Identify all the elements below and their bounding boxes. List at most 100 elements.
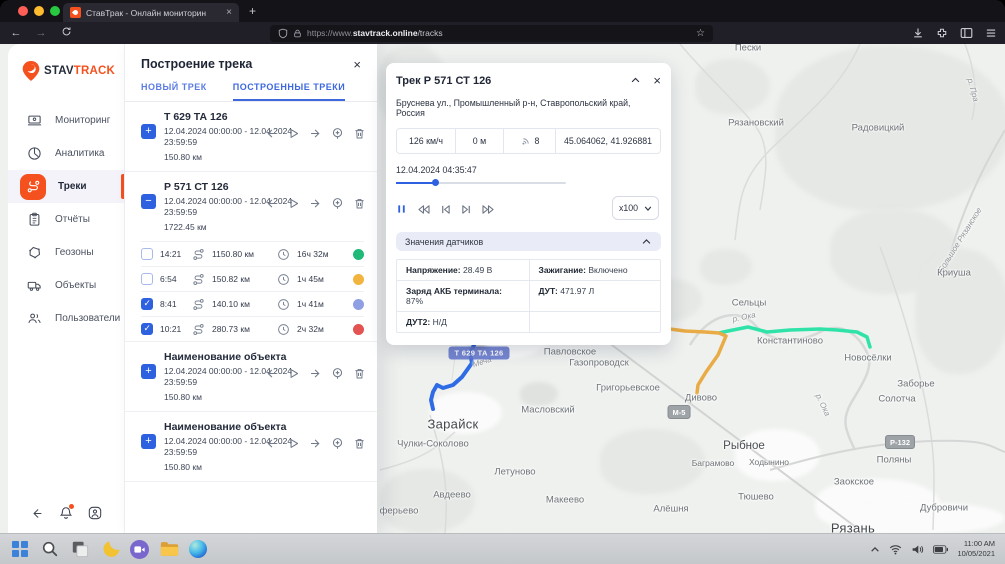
browser-tab[interactable]: СтавТрак - Онлайн мониторин × bbox=[63, 3, 239, 22]
play-track-button[interactable] bbox=[287, 127, 300, 140]
sidebar-item-monitoring[interactable]: Мониторинг bbox=[8, 104, 124, 137]
track-expander-button[interactable]: + bbox=[141, 364, 156, 379]
track-segment-row[interactable]: 8:41 140.10 км 1ч 41м bbox=[141, 291, 364, 316]
sidebar-item-analytics[interactable]: Аналитика bbox=[8, 137, 124, 170]
playback-rate-select[interactable]: x100 bbox=[612, 196, 659, 220]
track-segment-row[interactable]: 14:21 1150.80 км 16ч 32м bbox=[141, 241, 364, 266]
url-bar[interactable]: https://www.stavtrack.online/tracks ☆ bbox=[270, 25, 713, 42]
track-segment-row[interactable]: 10:21 280.73 км 2ч 32м bbox=[141, 316, 364, 341]
window-minimize-icon[interactable] bbox=[34, 6, 44, 16]
window-close-icon[interactable] bbox=[18, 6, 28, 16]
window-zoom-icon[interactable] bbox=[50, 6, 60, 16]
segment-start-time: 14:21 bbox=[160, 249, 185, 259]
prev-point-button[interactable] bbox=[265, 127, 278, 140]
taskbar-date: 10/05/2021 bbox=[957, 549, 995, 559]
edge-browser-icon[interactable] bbox=[189, 540, 207, 558]
focus-track-button[interactable] bbox=[331, 367, 344, 380]
slider-knob[interactable] bbox=[432, 179, 439, 186]
delete-track-button[interactable] bbox=[353, 367, 366, 380]
segment-checkbox[interactable] bbox=[141, 323, 153, 335]
altitude-value: 0 м bbox=[455, 129, 503, 153]
focus-track-button[interactable] bbox=[331, 437, 344, 450]
file-explorer-icon[interactable] bbox=[159, 539, 179, 559]
track-row[interactable]: − Р 571 СТ 126 12.04.2024 00:00:00 - 12.… bbox=[125, 172, 377, 241]
clock-icon bbox=[277, 273, 290, 286]
sidebar-item-geozones[interactable]: Геозоны bbox=[8, 236, 124, 269]
wifi-icon[interactable] bbox=[889, 544, 902, 555]
prev-point-button[interactable] bbox=[265, 437, 278, 450]
play-track-button[interactable] bbox=[287, 197, 300, 210]
next-point-button[interactable] bbox=[309, 367, 322, 380]
back-button[interactable]: ← bbox=[7, 27, 25, 39]
play-track-button[interactable] bbox=[287, 367, 300, 380]
downloads-icon[interactable] bbox=[912, 27, 924, 39]
pause-button[interactable] bbox=[396, 203, 407, 215]
moon-app-icon[interactable] bbox=[100, 539, 120, 559]
sidebar-item-reports[interactable]: Отчёты bbox=[8, 203, 124, 236]
segment-duration: 1ч 45м bbox=[297, 274, 341, 284]
new-tab-button[interactable]: + bbox=[249, 4, 256, 18]
sensors-grid: Напряжение: 28.49 ВЗажигание: ВключеноЗа… bbox=[396, 259, 661, 333]
sensors-section-header[interactable]: Значения датчиков bbox=[396, 232, 661, 251]
step-forward-button[interactable] bbox=[461, 204, 472, 215]
extensions-icon[interactable] bbox=[936, 27, 948, 39]
next-point-button[interactable] bbox=[309, 437, 322, 450]
delete-track-button[interactable] bbox=[353, 197, 366, 210]
sidebar-item-tracks[interactable]: Треки bbox=[8, 170, 124, 203]
sidebar-item-objects[interactable]: Объекты bbox=[8, 269, 124, 302]
track-row[interactable]: + Т 629 ТА 126 12.04.2024 00:00:00 - 12.… bbox=[125, 102, 377, 171]
battery-icon[interactable] bbox=[933, 545, 948, 554]
track-row[interactable]: + Наименование объекта 12.04.2024 00:00:… bbox=[125, 412, 377, 481]
play-track-button[interactable] bbox=[287, 437, 300, 450]
bookmark-star-icon[interactable]: ☆ bbox=[696, 28, 705, 39]
notifications-bell-icon[interactable] bbox=[59, 506, 73, 520]
page-content: КольчевоПескиРязановскийРадовицкийр. Пра… bbox=[0, 44, 1005, 533]
clock[interactable]: 11:00 AM 10/05/2021 bbox=[957, 539, 995, 559]
menu-icon[interactable] bbox=[985, 27, 997, 39]
delete-track-button[interactable] bbox=[353, 127, 366, 140]
tab-close-icon[interactable]: × bbox=[226, 8, 232, 18]
segment-checkbox[interactable] bbox=[141, 298, 153, 310]
prev-point-button[interactable] bbox=[265, 197, 278, 210]
start-button[interactable] bbox=[10, 539, 30, 559]
reload-button[interactable] bbox=[57, 26, 75, 40]
sidebar-item-users[interactable]: Пользователи bbox=[8, 302, 124, 335]
next-point-button[interactable] bbox=[309, 197, 322, 210]
next-point-button[interactable] bbox=[309, 127, 322, 140]
collapse-sidebar-icon[interactable] bbox=[30, 507, 43, 520]
track-row[interactable]: + Наименование объекта 12.04.2024 00:00:… bbox=[125, 342, 377, 411]
prev-point-button[interactable] bbox=[265, 367, 278, 380]
profile-icon[interactable] bbox=[88, 506, 102, 520]
rewind-button[interactable] bbox=[417, 204, 430, 215]
close-panel-icon[interactable]: × bbox=[353, 58, 361, 71]
tab-built-tracks[interactable]: ПОСТРОЕННЫЕ ТРЕКИ bbox=[233, 82, 345, 101]
segment-distance: 150.82 км bbox=[212, 274, 270, 284]
delete-track-button[interactable] bbox=[353, 437, 366, 450]
speaker-icon[interactable] bbox=[911, 544, 924, 555]
forward-button[interactable]: → bbox=[32, 27, 50, 39]
sidebar-nav: МониторингАналитикаТрекиОтчётыГеозоныОбъ… bbox=[8, 104, 124, 335]
hidden-icons-chevron[interactable] bbox=[870, 545, 880, 554]
video-chat-app-icon[interactable] bbox=[130, 540, 149, 559]
task-view-icon[interactable] bbox=[70, 539, 90, 559]
track-expander-button[interactable]: + bbox=[141, 434, 156, 449]
track-expander-button[interactable]: − bbox=[141, 194, 156, 209]
playback-slider[interactable] bbox=[396, 179, 566, 187]
focus-track-button[interactable] bbox=[331, 197, 344, 210]
focus-track-button[interactable] bbox=[331, 127, 344, 140]
vehicle-plate-label[interactable]: Т 629 ТА 126 bbox=[449, 347, 510, 360]
close-detail-icon[interactable]: × bbox=[653, 74, 661, 87]
tab-new-track[interactable]: НОВЫЙ ТРЕК bbox=[141, 82, 207, 101]
fast-forward-button[interactable] bbox=[482, 204, 495, 215]
step-back-button[interactable] bbox=[440, 204, 451, 215]
track-segment-row[interactable]: 6:54 150.82 км 1ч 45м bbox=[141, 266, 364, 291]
sidebar-toggle-icon[interactable] bbox=[960, 27, 973, 39]
track-actions bbox=[265, 127, 366, 140]
map-place-label: ферьево bbox=[380, 506, 419, 517]
segment-checkbox[interactable] bbox=[141, 273, 153, 285]
segment-checkbox[interactable] bbox=[141, 248, 153, 260]
collapse-detail-icon[interactable] bbox=[630, 75, 641, 86]
search-icon[interactable] bbox=[40, 539, 60, 559]
sidebar-item-label: Пользователи bbox=[55, 313, 120, 324]
track-expander-button[interactable]: + bbox=[141, 124, 156, 139]
